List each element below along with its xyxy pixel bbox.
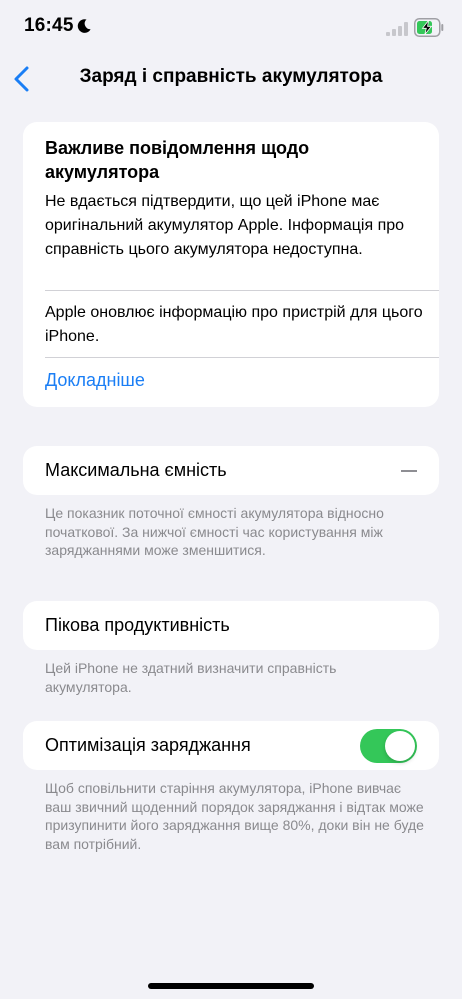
peak-performance-row: Пікова продуктивність [23,601,439,650]
divider [45,357,439,358]
notice-body: Не вдається підтвердити, що цей iPhone м… [45,193,405,258]
signal-icon [386,22,408,36]
status-time: 16:45 [24,15,74,36]
page-title: Заряд і справність акумулятора [79,66,383,87]
battery-notice-card: Важливе повідомлення щодо акумулятора Не… [23,122,439,407]
charging-optimization-label: Оптимізація заряджання [45,735,251,755]
moon-icon [77,19,91,33]
charging-optimization-footnote: Щоб сповільнити старіння акумулятора, iP… [45,780,424,852]
capacity-value-dash [401,470,417,472]
learn-more-link[interactable]: Докладніше [45,370,145,391]
notice-title: Важливе повідомлення щодо акумулятора [45,138,310,182]
home-indicator[interactable] [148,983,314,989]
divider [45,290,439,291]
toggle-knob [385,731,415,761]
battery-charging-icon [414,18,444,37]
peak-performance-footnote: Цей iPhone не здатний визначити справніс… [45,660,337,695]
maximum-capacity-label: Максимальна ємність [45,460,227,480]
capacity-footnote: Це показник поточної ємності акумулятора… [45,505,384,558]
maximum-capacity-row: Максимальна ємність [23,446,439,495]
notice-update-text: Apple оновлює інформацію про пристрій дл… [45,304,423,345]
peak-performance-label: Пікова продуктивність [45,615,230,635]
charging-optimization-toggle[interactable] [360,729,417,763]
charging-optimization-row: Оптимізація заряджання [23,721,439,770]
status-bar: 16:45 [0,0,462,54]
